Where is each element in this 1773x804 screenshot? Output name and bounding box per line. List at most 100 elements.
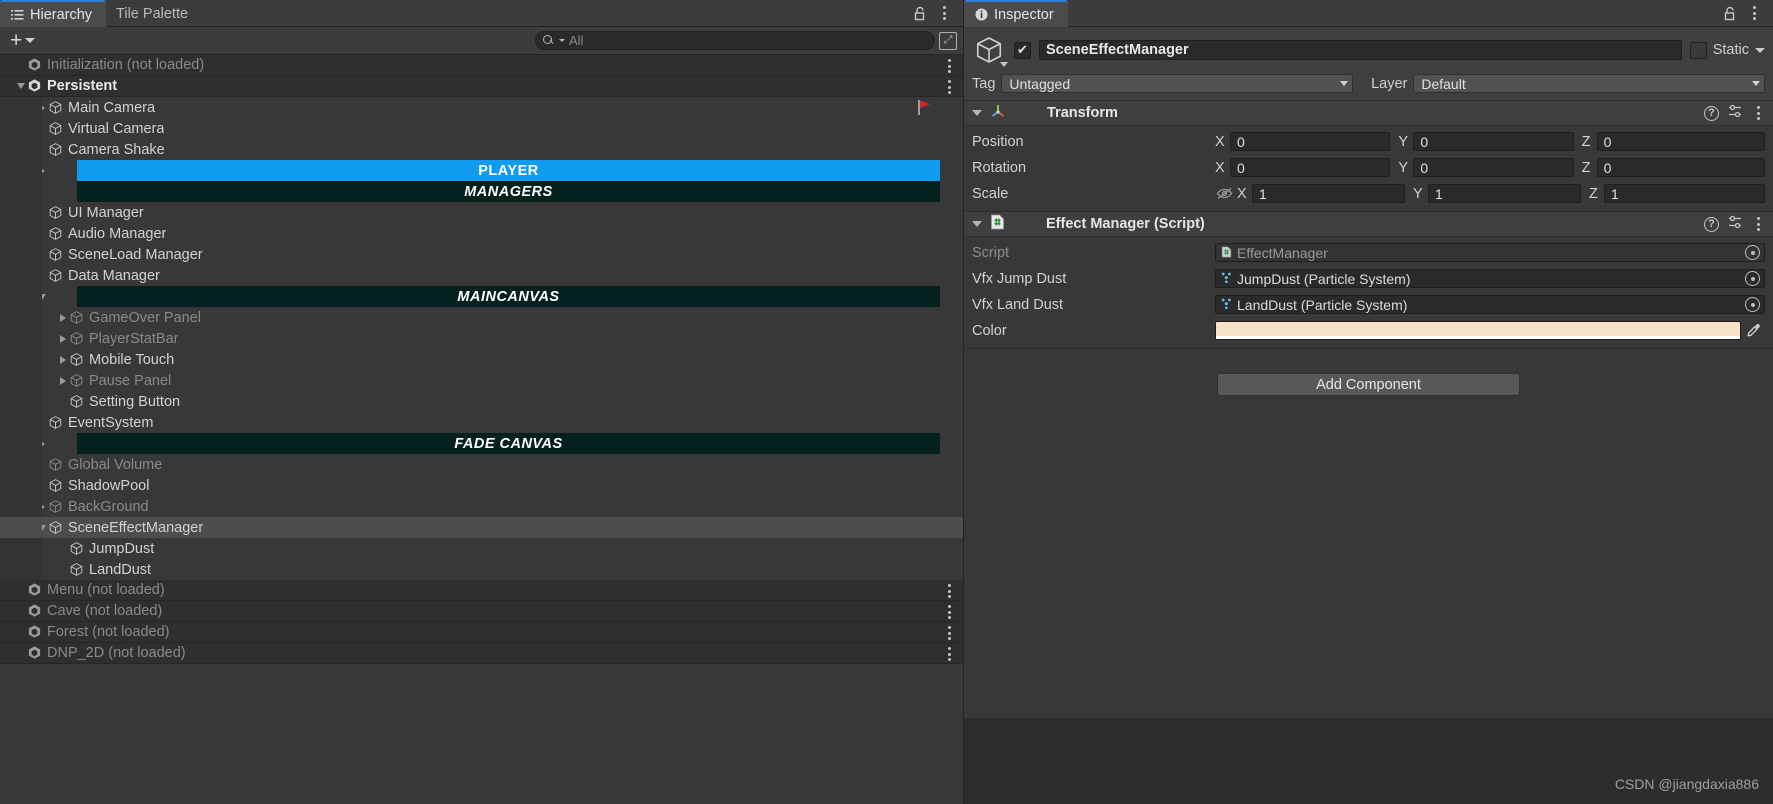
hierarchy-item-row[interactable]: Data Manager — [0, 265, 963, 286]
lock-open-icon[interactable] — [1719, 2, 1741, 24]
search-icon — [543, 35, 554, 46]
hierarchy-scene-row[interactable]: Cave (not loaded) — [0, 601, 963, 622]
hierarchy-item-row[interactable]: Camera Shake — [0, 139, 963, 160]
lock-open-icon[interactable] — [909, 2, 931, 24]
transform-scale-row: Scale X1 Y1 Z1 — [972, 183, 1765, 204]
gameobject-icon — [48, 142, 64, 158]
expand-search-icon[interactable] — [939, 31, 957, 50]
tag-label: Tag — [972, 75, 996, 92]
hierarchy-item-row[interactable]: Mobile Touch — [0, 349, 963, 370]
hierarchy-item-row[interactable]: Global Volume — [0, 454, 963, 475]
help-icon[interactable]: ? — [1704, 105, 1719, 121]
position-x-value: 0 — [1237, 133, 1245, 150]
color-field[interactable] — [1215, 321, 1741, 340]
hierarchy-scene-row[interactable]: Forest (not loaded) — [0, 622, 963, 643]
hierarchy-item-row[interactable]: Main Camera — [0, 97, 963, 118]
hierarchy-scene-row[interactable]: Persistent — [0, 76, 963, 97]
hierarchy-banner-label: MANAGERS — [77, 181, 940, 202]
preset-icon[interactable] — [1728, 215, 1742, 234]
object-picker-icon[interactable] — [1745, 271, 1760, 286]
chevron-right-icon[interactable] — [56, 376, 69, 385]
tab-hierarchy[interactable]: Hierarchy — [0, 0, 107, 27]
search-input[interactable]: All — [535, 31, 935, 50]
tab-inspector[interactable]: Inspector — [964, 0, 1068, 27]
hierarchy-item-row[interactable]: JumpDust — [0, 538, 963, 559]
component-effect-manager-header[interactable]: Effect Manager (Script) ? — [964, 212, 1773, 237]
component-transform-header[interactable]: Transform ? — [964, 101, 1773, 126]
gameobject-icon[interactable] — [972, 33, 1008, 67]
chevron-down-icon[interactable] — [14, 83, 27, 89]
hierarchy-item-row[interactable]: Pause Panel — [0, 370, 963, 391]
hierarchy-banner-row[interactable]: PLAYER — [0, 160, 963, 181]
hierarchy-tree[interactable]: Initialization (not loaded) Persistent Mai… — [0, 55, 963, 804]
hierarchy-item-row[interactable]: EventSystem — [0, 412, 963, 433]
position-x-input[interactable]: 0 — [1230, 132, 1391, 151]
kebab-menu-icon[interactable] — [948, 605, 951, 619]
hierarchy-item-row[interactable]: LandDust — [0, 559, 963, 580]
eye-off-icon[interactable] — [1215, 187, 1233, 200]
static-chevron-down-icon[interactable] — [1755, 47, 1765, 53]
vfx-land-dust-objectfield[interactable]: LandDust (Particle System) — [1215, 295, 1765, 314]
chevron-right-icon[interactable] — [56, 334, 69, 343]
add-gameobject-button[interactable]: + — [6, 30, 39, 52]
vfx-jump-dust-objectfield[interactable]: JumpDust (Particle System) — [1215, 269, 1765, 288]
hierarchy-item-label: Camera Shake — [68, 141, 165, 158]
kebab-menu-icon[interactable] — [1751, 213, 1765, 235]
hierarchy-item-row[interactable]: PlayerStatBar — [0, 328, 963, 349]
script-row: Script EffectManager — [972, 242, 1765, 263]
hierarchy-scene-row[interactable]: Menu (not loaded) — [0, 580, 963, 601]
chevron-right-icon[interactable] — [56, 313, 69, 322]
scale-x-input[interactable]: 1 — [1252, 184, 1405, 203]
hierarchy-item-row[interactable]: SceneLoad Manager — [0, 244, 963, 265]
scale-y-input[interactable]: 1 — [1428, 184, 1581, 203]
kebab-menu-icon[interactable] — [1743, 2, 1765, 24]
kebab-menu-icon[interactable] — [948, 80, 951, 94]
help-icon[interactable]: ? — [1704, 216, 1719, 232]
tag-dropdown[interactable]: Untagged — [1001, 74, 1354, 93]
gameobject-name-input[interactable]: SceneEffectManager — [1039, 40, 1682, 60]
scale-z-input[interactable]: 1 — [1604, 184, 1765, 203]
color-swatch[interactable] — [1216, 322, 1740, 339]
chevron-right-icon[interactable] — [56, 355, 69, 364]
hierarchy-banner-row[interactable]: MAINCANVAS — [0, 286, 963, 307]
hierarchy-item-row[interactable]: BackGround — [0, 496, 963, 517]
component-transform-foldout[interactable] — [972, 110, 983, 116]
hierarchy-gutter — [0, 223, 42, 244]
hierarchy-item-row[interactable]: Setting Button — [0, 391, 963, 412]
axis-x-label: X — [1237, 185, 1247, 202]
hierarchy-item-row[interactable]: Virtual Camera — [0, 118, 963, 139]
component-effect-manager-foldout[interactable] — [972, 221, 983, 227]
hierarchy-scene-row[interactable]: Initialization (not loaded) — [0, 55, 963, 76]
rotation-z-input[interactable]: 0 — [1596, 158, 1765, 177]
add-component-button[interactable]: Add Component — [1217, 373, 1520, 396]
kebab-menu-icon[interactable] — [948, 647, 951, 661]
kebab-menu-icon[interactable] — [933, 2, 955, 24]
hierarchy-item-row[interactable]: UI Manager — [0, 202, 963, 223]
layer-dropdown[interactable]: Default — [1413, 74, 1766, 93]
kebab-menu-icon[interactable] — [948, 626, 951, 640]
hierarchy-item-row[interactable]: SceneEffectManager — [0, 517, 963, 538]
hierarchy-banner-row[interactable]: MANAGERS — [0, 181, 963, 202]
hierarchy-scene-row[interactable]: DNP_2D (not loaded) — [0, 643, 963, 664]
particle-system-icon — [1221, 297, 1232, 313]
preset-icon[interactable] — [1728, 104, 1742, 123]
plus-icon: + — [10, 28, 23, 52]
hierarchy-banner-row[interactable]: FADE CANVAS — [0, 433, 963, 454]
rotation-y-input[interactable]: 0 — [1413, 158, 1574, 177]
position-y-input[interactable]: 0 — [1413, 132, 1574, 151]
hierarchy-item-row[interactable]: ShadowPool — [0, 475, 963, 496]
static-checkbox[interactable]: ✔ — [1689, 41, 1707, 59]
rotation-x-input[interactable]: 0 — [1230, 158, 1391, 177]
kebab-menu-icon[interactable] — [948, 59, 951, 73]
axis-y-label: Y — [1398, 159, 1408, 176]
object-picker-icon[interactable] — [1745, 245, 1760, 260]
tab-tile-palette[interactable]: Tile Palette — [106, 0, 202, 27]
hierarchy-item-row[interactable]: GameOver Panel — [0, 307, 963, 328]
kebab-menu-icon[interactable] — [1751, 102, 1765, 124]
position-z-input[interactable]: 0 — [1596, 132, 1765, 151]
kebab-menu-icon[interactable] — [948, 584, 951, 598]
gameobject-enabled-checkbox[interactable]: ✔ — [1014, 41, 1031, 59]
object-picker-icon[interactable] — [1745, 297, 1760, 312]
hierarchy-item-row[interactable]: Audio Manager — [0, 223, 963, 244]
eyedropper-icon[interactable] — [1741, 323, 1765, 338]
